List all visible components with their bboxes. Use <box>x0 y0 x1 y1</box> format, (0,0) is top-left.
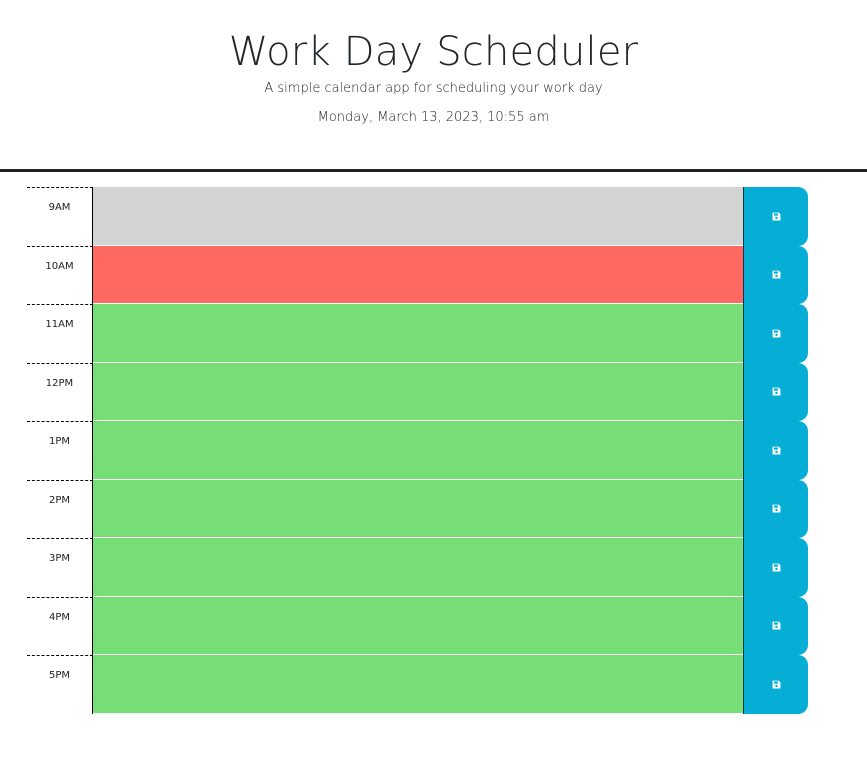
save-button[interactable] <box>743 421 808 480</box>
page-title: Work Day Scheduler <box>228 29 639 75</box>
event-description-input[interactable] <box>93 421 743 480</box>
event-description-input[interactable] <box>93 187 743 246</box>
event-description-input[interactable] <box>93 304 743 363</box>
hour-label: 11AM <box>27 304 93 363</box>
floppy-disk-icon <box>772 446 781 455</box>
hour-label: 12PM <box>27 362 93 421</box>
hour-label: 1PM <box>27 421 93 480</box>
time-block-row: 9AM <box>27 187 808 246</box>
floppy-disk-icon <box>772 270 781 279</box>
save-button[interactable] <box>743 655 808 714</box>
time-block-list: 9AM 10AM 11AM 12PM 1PM 2PM 3PM 4PM 5PM <box>27 187 808 714</box>
event-description-input[interactable] <box>93 479 743 538</box>
save-button[interactable] <box>743 479 808 538</box>
time-block-row: 12PM <box>27 362 808 421</box>
hour-label: 4PM <box>27 596 93 655</box>
time-block-row: 3PM <box>27 538 808 597</box>
save-button[interactable] <box>743 596 808 655</box>
save-button[interactable] <box>743 245 808 304</box>
event-description-input[interactable] <box>93 245 743 304</box>
floppy-disk-icon <box>772 621 781 630</box>
hour-label: 9AM <box>27 187 93 246</box>
time-block-row: 1PM <box>27 421 808 480</box>
event-description-input[interactable] <box>93 655 743 714</box>
event-description-input[interactable] <box>93 596 743 655</box>
event-description-input[interactable] <box>93 538 743 597</box>
save-button[interactable] <box>743 538 808 597</box>
floppy-disk-icon <box>772 387 781 396</box>
hour-label: 10AM <box>27 245 93 304</box>
time-block-row: 2PM <box>27 479 808 538</box>
current-day: Monday, March 13, 2023, 10:55 am <box>317 110 550 125</box>
time-block-row: 10AM <box>27 245 808 304</box>
floppy-disk-icon <box>772 329 781 338</box>
time-block-row: 5PM <box>27 655 808 714</box>
save-button[interactable] <box>743 304 808 363</box>
hour-label: 3PM <box>27 538 93 597</box>
time-block-row: 11AM <box>27 304 808 363</box>
floppy-disk-icon <box>772 563 781 572</box>
page-subtitle: A simple calendar app for scheduling you… <box>264 81 603 96</box>
hour-label: 5PM <box>27 655 93 714</box>
header: Work Day Scheduler A simple calendar app… <box>0 0 867 172</box>
floppy-disk-icon <box>772 504 781 513</box>
save-button[interactable] <box>743 187 808 246</box>
hour-label: 2PM <box>27 479 93 538</box>
time-block-row: 4PM <box>27 596 808 655</box>
event-description-input[interactable] <box>93 362 743 421</box>
save-button[interactable] <box>743 362 808 421</box>
floppy-disk-icon <box>772 212 781 221</box>
floppy-disk-icon <box>772 680 781 689</box>
